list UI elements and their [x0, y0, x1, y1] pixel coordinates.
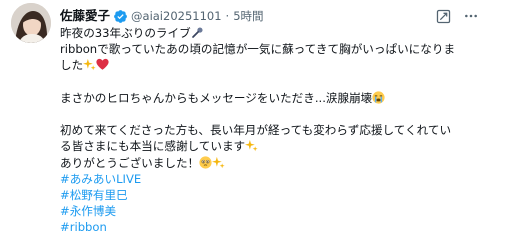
tweet-line: ありがとうございました！: [60, 155, 500, 171]
user-handle[interactable]: @aiai20251101: [131, 7, 222, 25]
timestamp[interactable]: 5時間: [233, 7, 263, 25]
loudly-crying-face-emoji: [372, 91, 385, 104]
avatar[interactable]: [11, 3, 51, 43]
tweet-line: まさかのヒロちゃんからもメッセージをいただき...涙腺崩壊: [60, 90, 500, 106]
sparkles-emoji: [245, 139, 258, 152]
red-heart-emoji: [96, 58, 109, 71]
tweet-line: る皆さまにも本当に感謝しています: [60, 138, 500, 154]
scrollbar[interactable]: [515, 0, 528, 251]
more-options-icon[interactable]: [460, 5, 482, 27]
tweet[interactable]: 佐藤愛子 @aiai20251101 · 5時間 昨夜の33年ぶりのライブ ri…: [0, 0, 528, 251]
separator-dot: ·: [225, 9, 230, 23]
hashtag-link[interactable]: #ribbon: [60, 219, 500, 235]
face-holding-back-tears-emoji: [199, 155, 212, 169]
hashtag-link[interactable]: #あみあいLIVE: [60, 171, 500, 187]
tweet-line: ribbonで歌っていたあの頃の記憶が一気に蘇ってきて胸がいっぱいになりま: [60, 42, 456, 57]
tweet-line: 昨夜の33年ぶりのライブ: [60, 25, 500, 41]
tweet-line: 初めて来てくださった方も、長い年月が経っても変わらず応援してくれてい: [60, 123, 452, 138]
tweet-line: した: [60, 57, 500, 73]
grok-icon[interactable]: [432, 5, 454, 27]
sparkles-emoji: [212, 156, 225, 169]
tweet-text: 昨夜の33年ぶりのライブ ribbonで歌っていたあの頃の記憶が一気に蘇ってきて…: [60, 25, 500, 235]
display-name[interactable]: 佐藤愛子: [60, 7, 110, 25]
microphone-emoji: [191, 26, 204, 39]
tweet-header: 佐藤愛子 @aiai20251101 · 5時間: [60, 7, 264, 25]
sparkles-emoji: [83, 58, 96, 71]
verified-badge-icon: [113, 9, 128, 24]
hashtag-link[interactable]: #松野有里巳: [60, 187, 500, 203]
hashtag-link[interactable]: #永作博美: [60, 203, 500, 219]
